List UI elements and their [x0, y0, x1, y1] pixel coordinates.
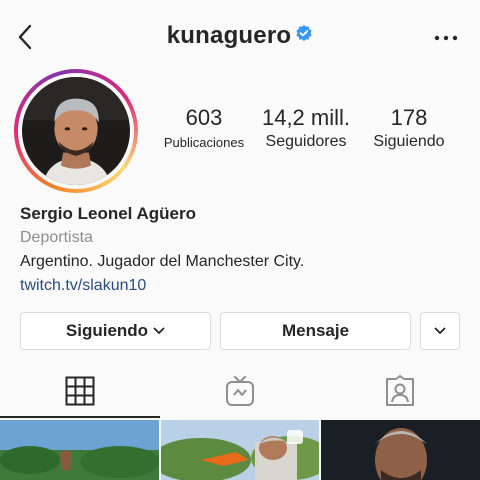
- tab-grid[interactable]: [0, 366, 160, 416]
- stat-posts-value: 603: [185, 105, 223, 130]
- avatar-border: [18, 73, 134, 189]
- profile-website-link[interactable]: twitch.tv/slakun10: [20, 274, 460, 298]
- post-thumbnail[interactable]: [0, 420, 159, 480]
- avatar: [22, 77, 130, 185]
- grid-icon: [65, 376, 95, 406]
- following-button[interactable]: Siguiendo: [20, 312, 211, 350]
- stat-followers[interactable]: 14,2 mill. Seguidores: [256, 105, 356, 153]
- stat-following-label: Siguiendo: [373, 133, 445, 150]
- post-thumbnail[interactable]: [321, 420, 480, 480]
- profile-username-header: kunaguero: [0, 22, 480, 50]
- top-bar: kunaguero: [0, 0, 480, 78]
- igtv-icon: [226, 376, 254, 406]
- stat-followers-label: Seguidores: [265, 133, 347, 150]
- avatar-story-ring[interactable]: [14, 69, 138, 193]
- profile-tabs: [0, 366, 480, 416]
- profile-category: Deportista: [20, 229, 93, 246]
- stat-followers-value: 14,2 mill.: [261, 105, 351, 130]
- posts-grid: [0, 418, 480, 480]
- message-button-label: Mensaje: [281, 321, 350, 340]
- tagged-user-icon: [386, 375, 414, 406]
- post-thumbnail[interactable]: [161, 420, 319, 480]
- stat-posts-label: Publicaciones: [163, 135, 245, 150]
- suggested-accounts-button[interactable]: [420, 312, 460, 350]
- following-button-label: Siguiendo: [65, 321, 149, 340]
- chevron-down-icon: [153, 327, 165, 334]
- stat-following[interactable]: 178 Siguiendo: [362, 105, 456, 153]
- tab-igtv[interactable]: [160, 366, 320, 416]
- chevron-down-icon: [434, 327, 446, 334]
- tab-tagged[interactable]: [320, 366, 480, 416]
- message-button[interactable]: Mensaje: [220, 312, 411, 350]
- username: kunaguero: [166, 22, 292, 49]
- stat-posts[interactable]: 603 Publicaciones: [156, 105, 252, 155]
- stat-following-value: 178: [390, 105, 428, 130]
- verified-badge-icon: [296, 24, 312, 42]
- more-horizontal-icon[interactable]: [434, 34, 458, 42]
- profile-full-name: Sergio Leonel Agüero: [20, 204, 197, 223]
- profile-bio: Sergio Leonel Agüero Deportista Argentin…: [20, 202, 460, 298]
- profile-bio-text: Argentino. Jugador del Manchester City.: [20, 253, 305, 270]
